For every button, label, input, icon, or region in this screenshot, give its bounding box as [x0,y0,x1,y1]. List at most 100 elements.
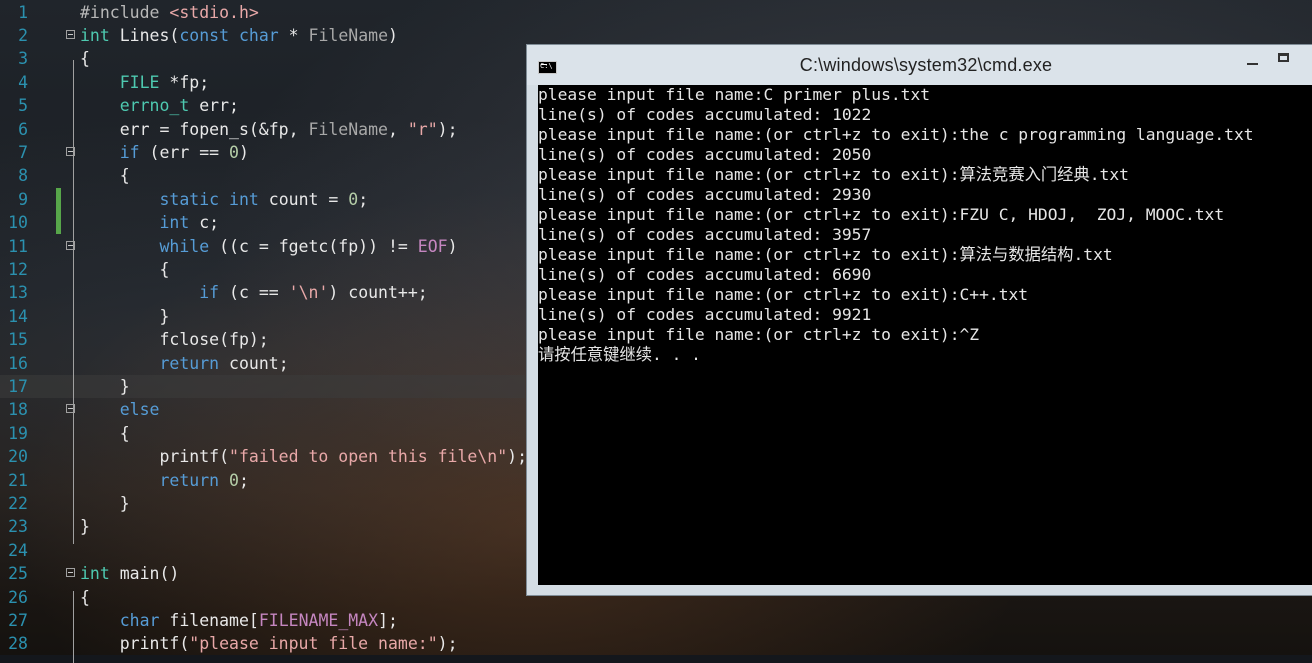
code-line[interactable]: 15 fclose(fp); [0,328,560,351]
code-line[interactable]: 13 if (c == '\n') count++; [0,281,560,304]
code-text: } [80,515,90,538]
code-line[interactable]: 2 int Lines(const char * FileName) [0,24,560,47]
code-token: ) count++; [328,283,428,303]
collapse-icon[interactable] [66,29,75,39]
code-token: err; [189,96,239,116]
minimize-button[interactable] [1239,49,1265,71]
code-text: static int count = 0; [80,188,368,211]
code-line[interactable]: 22 } [0,492,560,515]
code-line[interactable]: 27 char filename[FILENAME_MAX]; [0,609,560,632]
line-number: 24 [8,540,28,560]
code-line[interactable]: 6 err = fopen_s(&fp, FileName, "r"); [0,118,560,141]
code-line[interactable]: 25 int main() [0,562,560,585]
collapse-icon[interactable] [66,568,75,578]
code-line[interactable]: 4 FILE *fp; [0,71,560,94]
code-token: ]; [378,610,398,630]
code-token: c; [189,213,220,233]
code-token: { [80,423,130,443]
code-line[interactable]: 11 while ((c = fgetc(fp)) != EOF) [0,235,560,258]
code-text: printf("please input file name:"); [80,632,458,655]
code-line[interactable]: 28 printf("please input file name:"); [0,632,560,655]
code-text: err = fopen_s(&fp, FileName, "r"); [80,118,458,141]
console-output[interactable]: please input file name:C primer plus.txt… [538,85,1312,585]
code-line[interactable]: 8 { [0,164,560,187]
code-text: int c; [80,211,219,234]
code-token: } [80,493,130,513]
window-title: C:\windows\system32\cmd.exe [799,55,1053,75]
code-line[interactable]: 26 { [0,586,560,609]
cmd-titlebar[interactable]: C:\ C:\windows\system32\cmd.exe [527,45,1312,85]
console-line: please input file name:(or ctrl+z to exi… [538,165,1129,184]
code-token: <stdio.h> [169,2,259,22]
code-token: '\n' [288,283,329,303]
code-text: { [80,258,169,281]
code-token: FileName [308,119,388,139]
code-text: int main() [80,562,179,585]
code-line[interactable]: 1 #include <stdio.h> [0,1,560,24]
code-line[interactable]: 19 { [0,422,560,445]
code-text: if (c == '\n') count++; [80,281,428,304]
line-number: 25 [8,564,28,584]
console-line: line(s) of codes accumulated: 3957 [538,225,872,244]
code-token: while [159,236,210,256]
code-line[interactable]: 14 } [0,305,560,328]
code-text: char filename[FILENAME_MAX]; [80,609,398,632]
code-line[interactable]: 5 errno_t err; [0,94,560,117]
code-line[interactable]: 16 return count; [0,352,560,375]
line-number: 22 [8,493,28,513]
code-line[interactable]: 10 int c; [0,211,560,235]
code-line[interactable]: 24 [0,539,560,562]
maximize-button[interactable] [1271,49,1297,71]
line-number: 17 [8,376,28,396]
code-line[interactable]: 17 } [0,374,525,399]
line-number: 15 [8,330,28,350]
console-line: please input file name:(or ctrl+z to exi… [538,325,980,344]
code-token: ); [437,119,458,139]
line-number: 26 [8,587,28,607]
line-number: 14 [8,306,28,326]
code-line[interactable]: 21 return 0; [0,469,560,492]
code-line[interactable]: 12 { [0,258,560,281]
line-number: 1 [18,2,28,22]
cmd-window[interactable]: C:\ C:\windows\system32\cmd.exe please i… [526,44,1312,596]
code-text: { [80,586,90,609]
code-token: errno_t [119,96,190,116]
code-text: return count; [80,352,288,375]
line-number: 21 [8,470,28,490]
code-token: ) [238,142,249,162]
code-line[interactable]: 3{ [0,47,560,70]
code-token: char [119,610,160,630]
code-token: { [80,259,170,279]
line-number: 6 [18,119,28,139]
code-token: return [159,353,220,373]
code-token: printf( [80,447,230,467]
code-line[interactable]: 7 if (err == 0) [0,141,560,164]
code-line[interactable]: 9 static int count = 0; [0,187,560,212]
code-token: filename[ [159,610,259,630]
code-token: int [80,564,110,584]
code-token: main() [109,564,180,584]
line-number: 28 [8,634,28,654]
code-token: else [119,400,160,420]
line-number: 16 [8,353,28,373]
code-token: FILENAME_MAX [258,610,379,630]
code-text: #include <stdio.h> [80,1,259,24]
line-number: 4 [18,72,28,92]
code-token: { [80,49,90,69]
code-token: 0 [348,189,359,209]
console-line: please input file name:(or ctrl+z to exi… [538,205,1225,224]
console-line: please input file name:(or ctrl+z to exi… [538,245,1113,264]
code-token: { [80,166,130,186]
line-number: 10 [8,213,28,233]
console-line: line(s) of codes accumulated: 1022 [538,105,872,124]
code-line[interactable]: 18 else [0,398,560,421]
code-line[interactable]: 23} [0,515,560,538]
code-line[interactable]: 20 printf("failed to open this file\n"); [0,445,560,468]
